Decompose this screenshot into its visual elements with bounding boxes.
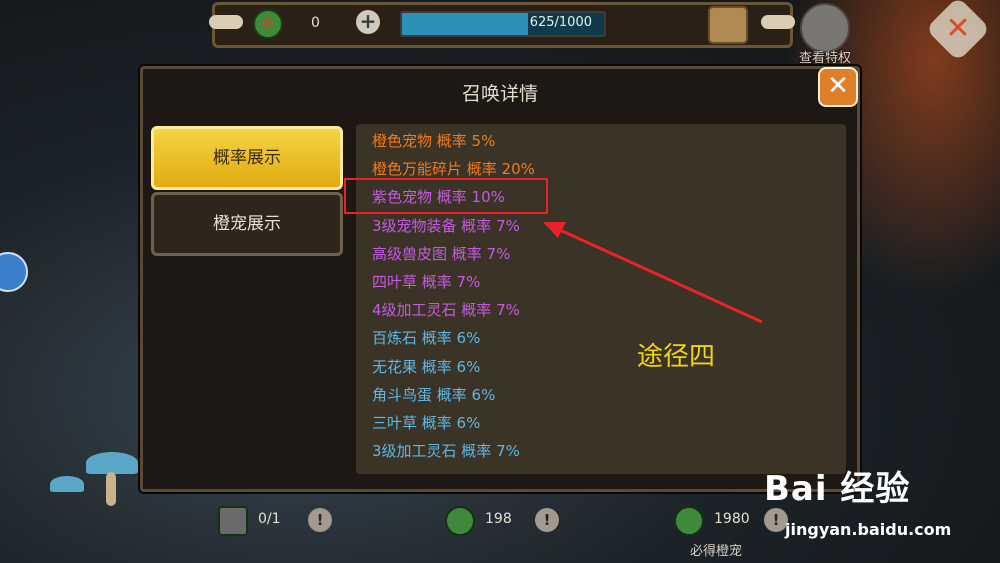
gem-icon (674, 506, 704, 536)
probability-row: 无花果 概率 6% (372, 357, 481, 376)
add-resource-button[interactable]: + (356, 10, 380, 34)
top-resource-bar: ⊘ 0 + 625/1000 (209, 2, 795, 48)
gem-icon: ⊘ (253, 9, 283, 39)
route-label: 途径四 (637, 342, 716, 372)
privilege-icon (800, 3, 850, 53)
chest-icon[interactable] (708, 6, 748, 44)
side-menu-button[interactable] (0, 252, 28, 292)
tab-probability[interactable]: 概率展示 (151, 126, 343, 190)
baidu-watermark-logo: Bai 经验 (764, 469, 911, 509)
tab-orange-pets[interactable]: 橙宠展示 (151, 192, 343, 256)
privilege-label: 查看特权 (798, 51, 851, 66)
dialog-close-button[interactable]: ✕ (818, 67, 858, 107)
probability-row: 百炼石 概率 6% (372, 329, 481, 348)
mushroom-decoration (86, 452, 138, 474)
probability-list: 橙色宠物 概率 5% 橙色万能碎片 概率 20% 紫色宠物 概率 10% 3级宠物装备… (356, 124, 846, 474)
probability-row: 四叶草 概率 7% (372, 273, 481, 291)
mushroom-stem (106, 472, 116, 506)
progress-text: 625/1000 (529, 15, 592, 30)
probability-row: 角斗鸟蛋 概率 6% (372, 385, 496, 404)
info-button[interactable]: ! (535, 508, 559, 532)
main-close-button[interactable]: ✕ (935, 6, 981, 52)
view-privilege-button[interactable]: 查看特权 (790, 3, 860, 66)
highlight-box (344, 178, 548, 214)
probability-row: 三叶草 概率 6% (372, 414, 481, 432)
probability-row: 3级加工灵石 概率 7% (372, 442, 520, 461)
probability-row: 高级兽皮图 概率 7% (372, 244, 511, 263)
probability-row: 橙色万能碎片 概率 20% (372, 160, 535, 179)
baidu-watermark-url: jingyan.baidu.com (785, 520, 952, 539)
info-button[interactable]: ! (308, 508, 332, 532)
resource-count: 0 (311, 15, 320, 31)
ticket-icon (218, 506, 248, 536)
mushroom-decoration (50, 476, 84, 492)
guaranteed-orange-label: 必得橙宠 (690, 544, 743, 559)
bottom-count: 0/1 (258, 511, 281, 527)
probability-row: 4级加工灵石 概率 7% (372, 301, 520, 320)
dialog-title: 召唤详情 (461, 83, 538, 105)
progress-bar: 625/1000 (400, 11, 606, 37)
bone-decoration (209, 15, 243, 29)
summon-details-dialog: 召唤详情 ✕ 概率展示 橙宠展示 橙色宠物 概率 5% 橙色万能碎片 概率 20%… (140, 66, 860, 492)
bottom-count: 1980 (714, 511, 750, 527)
gem-icon (445, 506, 475, 536)
probability-row: 橙色宠物 概率 5% (372, 132, 496, 150)
probability-row: 3级宠物装备 概率 7% (372, 216, 520, 235)
bottom-count: 198 (485, 511, 512, 527)
